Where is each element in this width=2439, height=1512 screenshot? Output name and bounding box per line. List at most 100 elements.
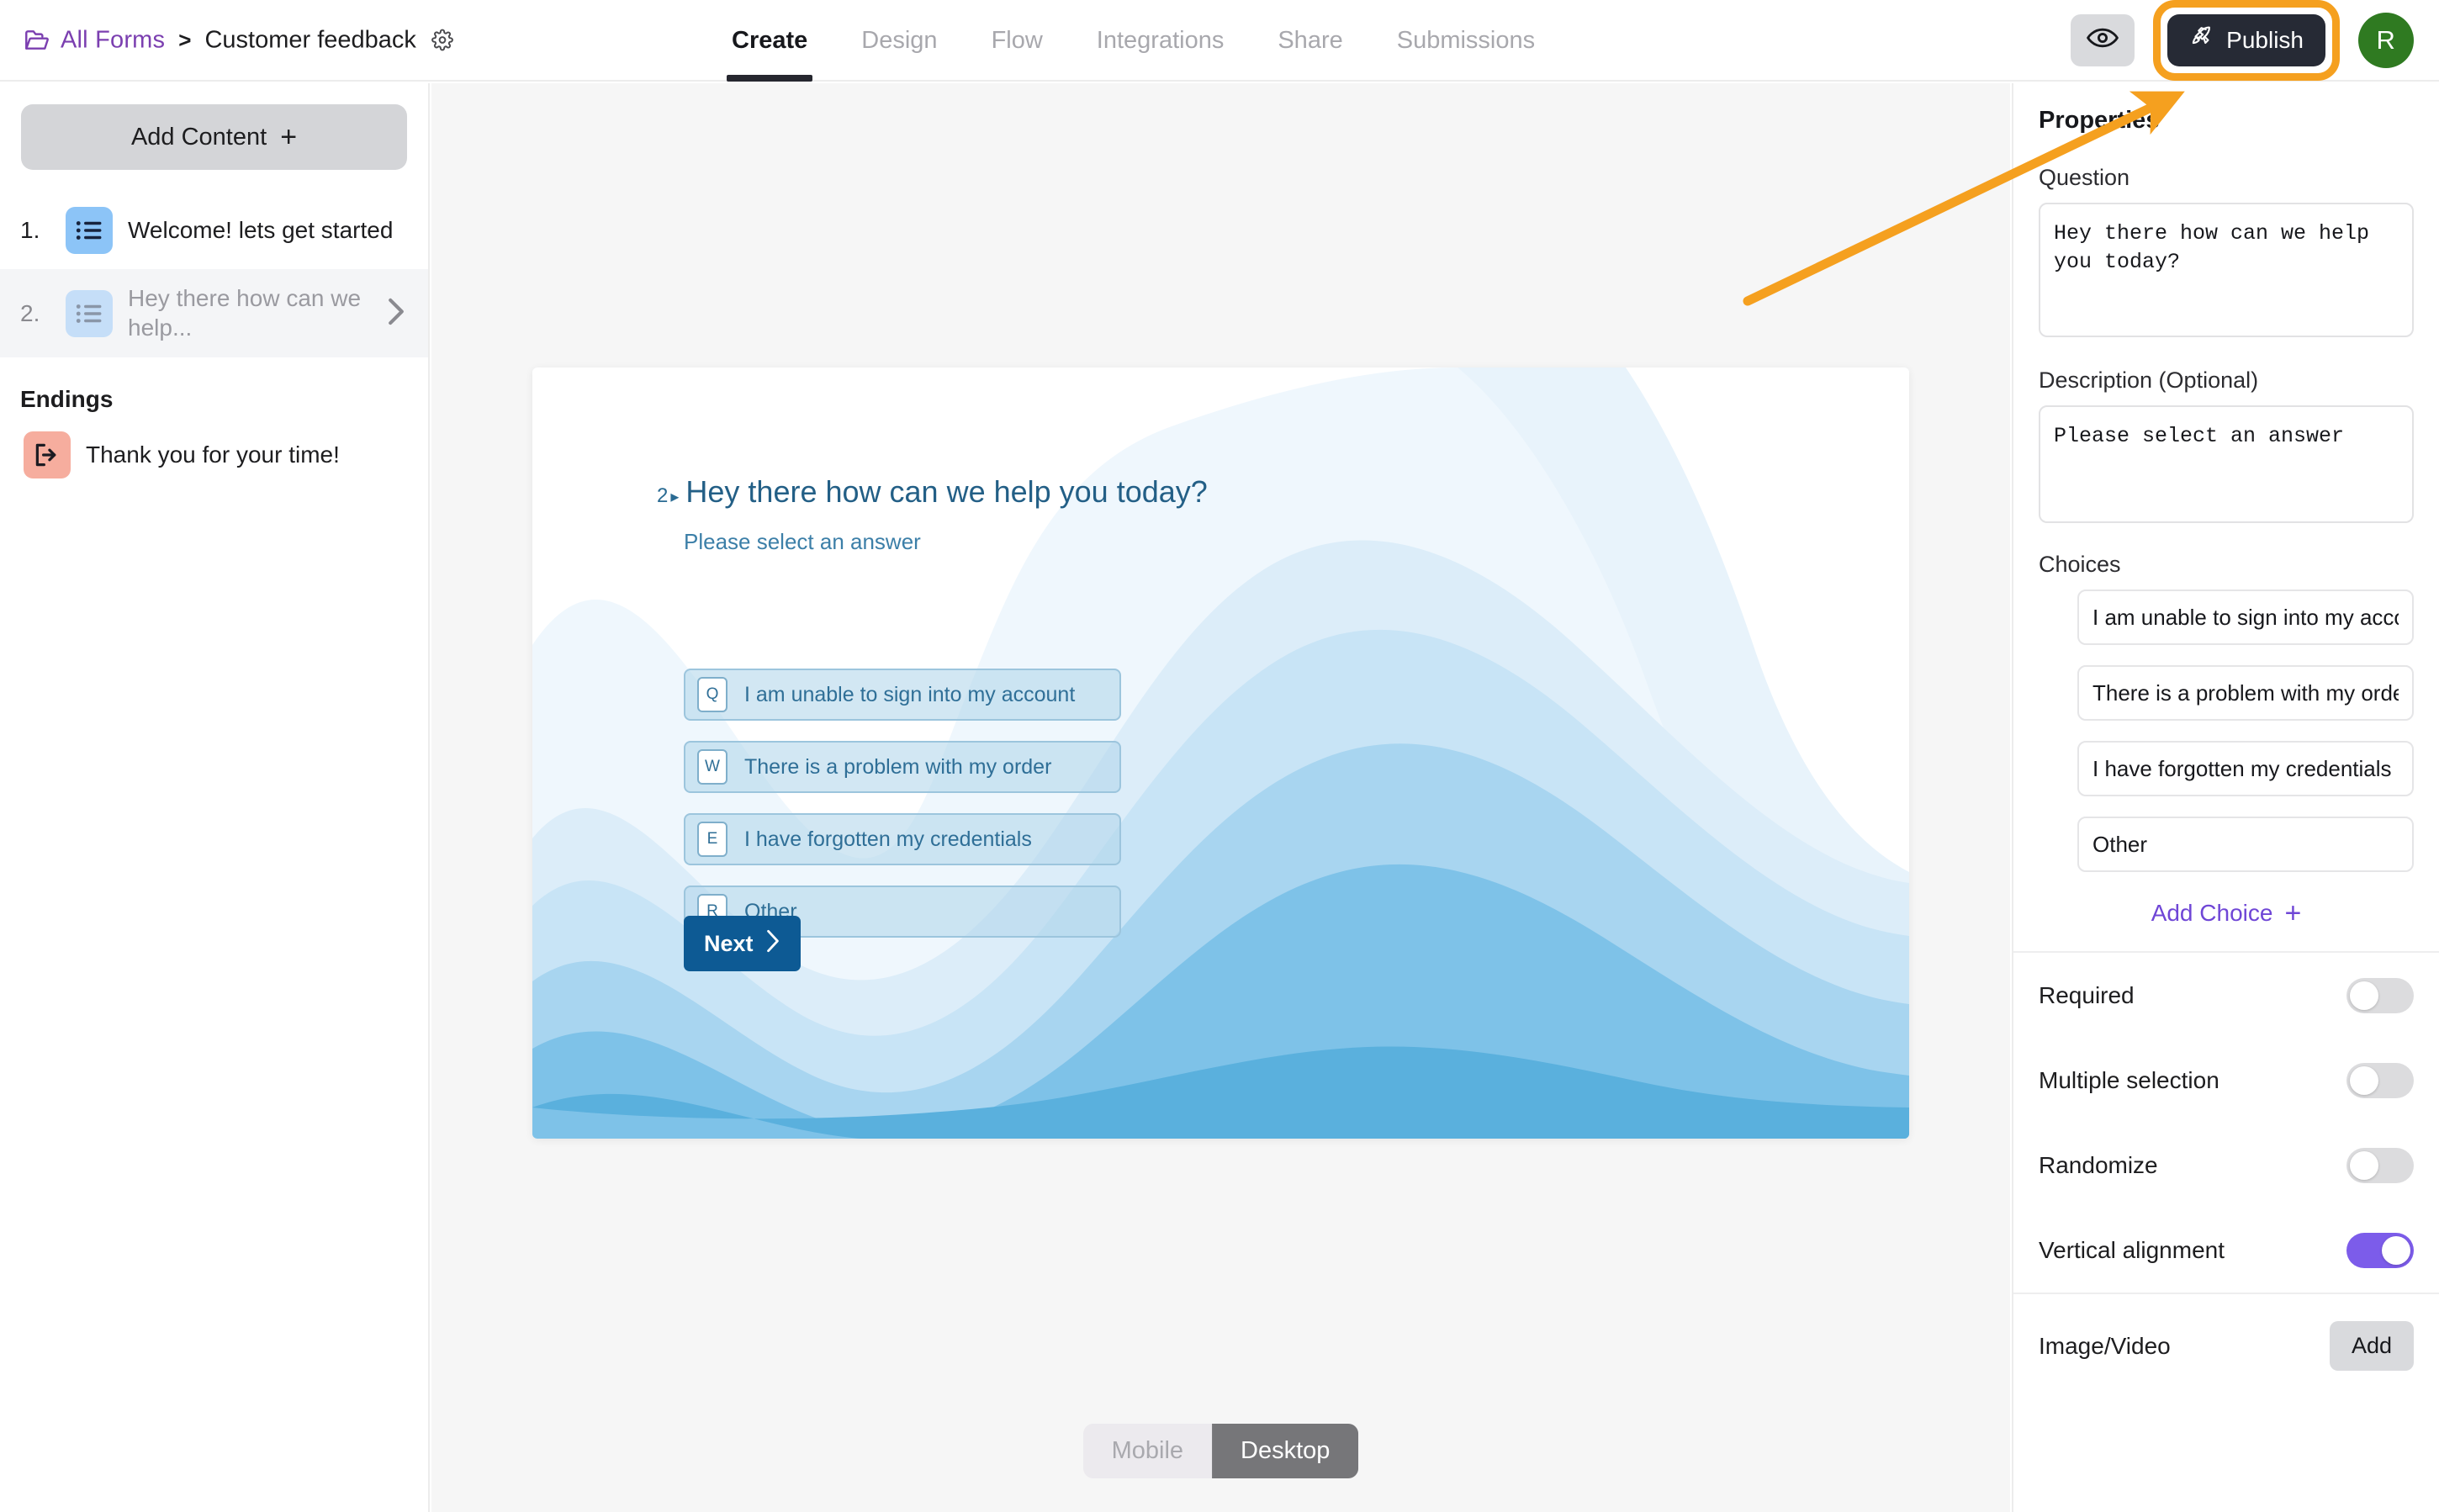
publish-label: Publish <box>2226 26 2304 53</box>
add-choice-label: Add Choice <box>2151 900 2273 926</box>
multiple-selection-toggle[interactable] <box>2346 1063 2414 1098</box>
choice-input-1[interactable] <box>2077 589 2414 645</box>
content-sidebar: Add Content + 1. Welcome! lets get start… <box>0 83 430 1512</box>
list-icon <box>66 207 113 254</box>
tab-integrations-label: Integrations <box>1096 27 1225 54</box>
eye-icon <box>2087 27 2119 53</box>
properties-panel: Properties Question Description (Optiona… <box>2012 83 2439 1512</box>
add-choice-button[interactable]: Add Choice + <box>2039 892 2414 951</box>
tab-design-label: Design <box>861 27 938 54</box>
preview-choice-2-label: There is a problem with my order <box>744 754 1052 779</box>
endings-heading: Endings <box>20 386 114 413</box>
media-row: Image/Video Add <box>2039 1294 2414 1371</box>
toggle-knob <box>2382 1236 2410 1265</box>
list-icon <box>66 289 113 337</box>
breadcrumb-current-form[interactable]: Customer feedback <box>204 26 415 54</box>
preview-choice-3-key: E <box>697 822 727 857</box>
question-input[interactable] <box>2039 203 2414 337</box>
top-bar: All Forms > Customer feedback Create Des… <box>0 0 2439 82</box>
chevron-right-icon <box>765 929 780 959</box>
toggle-knob <box>2350 981 2378 1010</box>
breadcrumb: All Forms > Customer feedback <box>24 26 453 54</box>
breadcrumb-all-forms[interactable]: All Forms <box>61 26 165 54</box>
content-item-2-label: Hey there how can we help... <box>128 285 362 341</box>
preview-next-button[interactable]: Next <box>684 916 801 971</box>
required-toggle[interactable] <box>2346 978 2414 1013</box>
tab-integrations[interactable]: Integrations <box>1070 0 1251 82</box>
top-bar-actions: Publish R <box>2071 0 2414 81</box>
randomize-label: Randomize <box>2039 1152 2158 1178</box>
form-preview-card: 2 ▸ Hey there how can we help you today?… <box>532 367 1909 1139</box>
choice-input-3[interactable] <box>2077 741 2414 796</box>
tab-create[interactable]: Create <box>705 0 834 82</box>
choices-label: Choices <box>2039 552 2121 577</box>
device-mode-mobile[interactable]: Mobile <box>1082 1424 1213 1478</box>
add-media-button[interactable]: Add <box>2329 1321 2414 1371</box>
folder-icon <box>24 29 50 52</box>
tab-share[interactable]: Share <box>1251 0 1369 82</box>
toggle-row-multiple-selection: Multiple selection <box>2039 1038 2414 1123</box>
preview-choice-1-label: I am unable to sign into my account <box>744 682 1076 706</box>
vertical-alignment-toggle[interactable] <box>2346 1233 2414 1268</box>
randomize-toggle[interactable] <box>2346 1148 2414 1183</box>
content-list: 1. Welcome! lets get started 2. Hey ther… <box>0 192 428 358</box>
content-item-2[interactable]: 2. Hey there how can we help... <box>0 269 428 358</box>
add-content-button[interactable]: Add Content + <box>21 104 407 170</box>
media-label: Image/Video <box>2039 1332 2171 1359</box>
preview-choice-3-label: I have forgotten my credentials <box>744 827 1032 851</box>
preview-choice-1[interactable]: Q I am unable to sign into my account <box>684 669 1121 721</box>
caret-right-icon: ▸ <box>670 488 680 506</box>
avatar[interactable]: R <box>2358 12 2414 68</box>
preview-question-text: Hey there how can we help you today? <box>685 474 1208 509</box>
content-item-1[interactable]: 1. Welcome! lets get started <box>0 192 428 269</box>
ending-item-1-label: Thank you for your time! <box>86 441 340 468</box>
tab-submissions[interactable]: Submissions <box>1370 0 1562 82</box>
tab-share-label: Share <box>1278 27 1343 54</box>
publish-button[interactable]: Publish <box>2167 13 2325 66</box>
chevron-right-icon[interactable] <box>386 297 406 330</box>
properties-body: Question Description (Optional) Choices … <box>2013 165 2439 1371</box>
preview-choice-3[interactable]: E I have forgotten my credentials <box>684 813 1121 865</box>
device-mode-desktop[interactable]: Desktop <box>1212 1424 1359 1478</box>
tab-create-label: Create <box>732 27 808 54</box>
choice-input-4[interactable] <box>2077 817 2414 872</box>
device-mode-toggle: Mobile Desktop <box>1082 1424 1359 1478</box>
properties-title: Properties <box>2039 107 2160 134</box>
publish-highlight: Publish <box>2153 0 2340 81</box>
preview-content: 2 ▸ Hey there how can we help you today?… <box>532 367 1909 1139</box>
content-item-1-label: Welcome! lets get started <box>128 216 394 243</box>
multiple-selection-label: Multiple selection <box>2039 1067 2219 1093</box>
description-input[interactable] <box>2039 405 2414 523</box>
toggle-knob <box>2350 1066 2378 1095</box>
tab-flow[interactable]: Flow <box>965 0 1070 82</box>
content-item-1-number: 1. <box>20 217 40 243</box>
preview-next-label: Next <box>704 930 754 956</box>
question-field-label: Question <box>2039 165 2130 190</box>
toggle-row-vertical-alignment: Vertical alignment <box>2039 1208 2414 1293</box>
exit-icon <box>24 431 71 479</box>
main-tabs: Create Design Flow Integrations Share Su… <box>705 0 1562 82</box>
add-content-label: Add Content <box>130 123 267 151</box>
preview-choice-2[interactable]: W There is a problem with my order <box>684 741 1121 793</box>
toggle-knob <box>2350 1151 2378 1180</box>
toggle-row-randomize: Randomize <box>2039 1123 2414 1208</box>
content-item-2-number: 2. <box>20 299 40 326</box>
tab-submissions-label: Submissions <box>1396 27 1536 54</box>
plus-icon: + <box>2284 897 2302 929</box>
choice-input-2[interactable] <box>2077 665 2414 721</box>
preview-canvas: 2 ▸ Hey there how can we help you today?… <box>431 83 2010 1512</box>
preview-choice-2-key: W <box>697 749 727 785</box>
rocket-icon <box>2189 24 2214 56</box>
breadcrumb-separator: > <box>178 27 192 52</box>
gear-icon[interactable] <box>426 29 453 51</box>
preview-description: Please select an answer <box>684 529 921 554</box>
preview-choice-1-key: Q <box>697 677 727 712</box>
preview-button[interactable] <box>2071 13 2135 66</box>
tab-design[interactable]: Design <box>834 0 964 82</box>
description-field-label: Description (Optional) <box>2039 367 2259 393</box>
tab-flow-label: Flow <box>991 27 1043 54</box>
avatar-initial: R <box>2376 24 2396 55</box>
preview-choices: Q I am unable to sign into my account W … <box>684 669 1121 958</box>
ending-item-1[interactable]: Thank you for your time! <box>0 420 428 497</box>
toggle-row-required: Required <box>2039 953 2414 1038</box>
